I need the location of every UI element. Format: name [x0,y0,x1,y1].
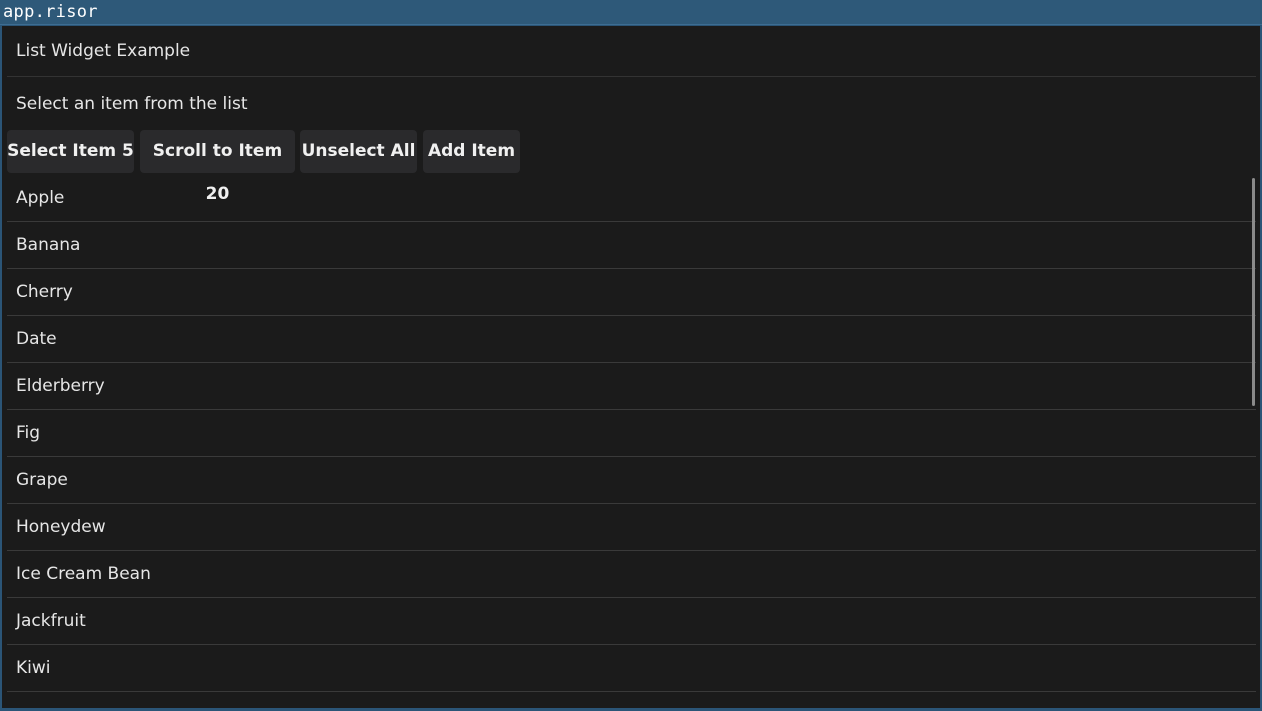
list-item[interactable]: Ice Cream Bean [7,551,1256,598]
unselect-all-button[interactable]: Unselect All [300,130,417,173]
list-item[interactable]: Jackfruit [7,598,1256,645]
select-item-5-button[interactable]: Select Item 5 [7,130,134,173]
main-content: List Widget Example Select an item from … [2,26,1260,708]
list-item[interactable]: Banana [7,222,1256,269]
list-item[interactable]: Elderberry [7,363,1256,410]
list-item[interactable]: Kiwi [7,645,1256,692]
window-titlebar[interactable]: app.risor [0,0,1262,25]
list-item[interactable]: Honeydew [7,504,1256,551]
scroll-to-item-20-button[interactable]: Scroll to Item 20 [140,130,295,204]
list-item[interactable]: Date [7,316,1256,363]
list-item[interactable]: Fig [7,410,1256,457]
item-list[interactable]: Apple Banana Cherry Date Elderberry Fig … [7,175,1256,708]
page-title: List Widget Example [7,26,1256,77]
app-window: app.risor List Widget Example Select an … [0,0,1262,711]
toolbar: Select Item 5 Scroll to Item 20 Unselect… [7,130,1256,204]
window-title: app.risor [3,2,98,22]
list-item[interactable]: Grape [7,457,1256,504]
add-item-button[interactable]: Add Item [423,130,520,173]
list-item[interactable]: Apple [7,175,1256,222]
list-scrollbar[interactable] [1252,178,1255,406]
list-item[interactable]: Cherry [7,269,1256,316]
status-label: Select an item from the list [16,94,248,114]
